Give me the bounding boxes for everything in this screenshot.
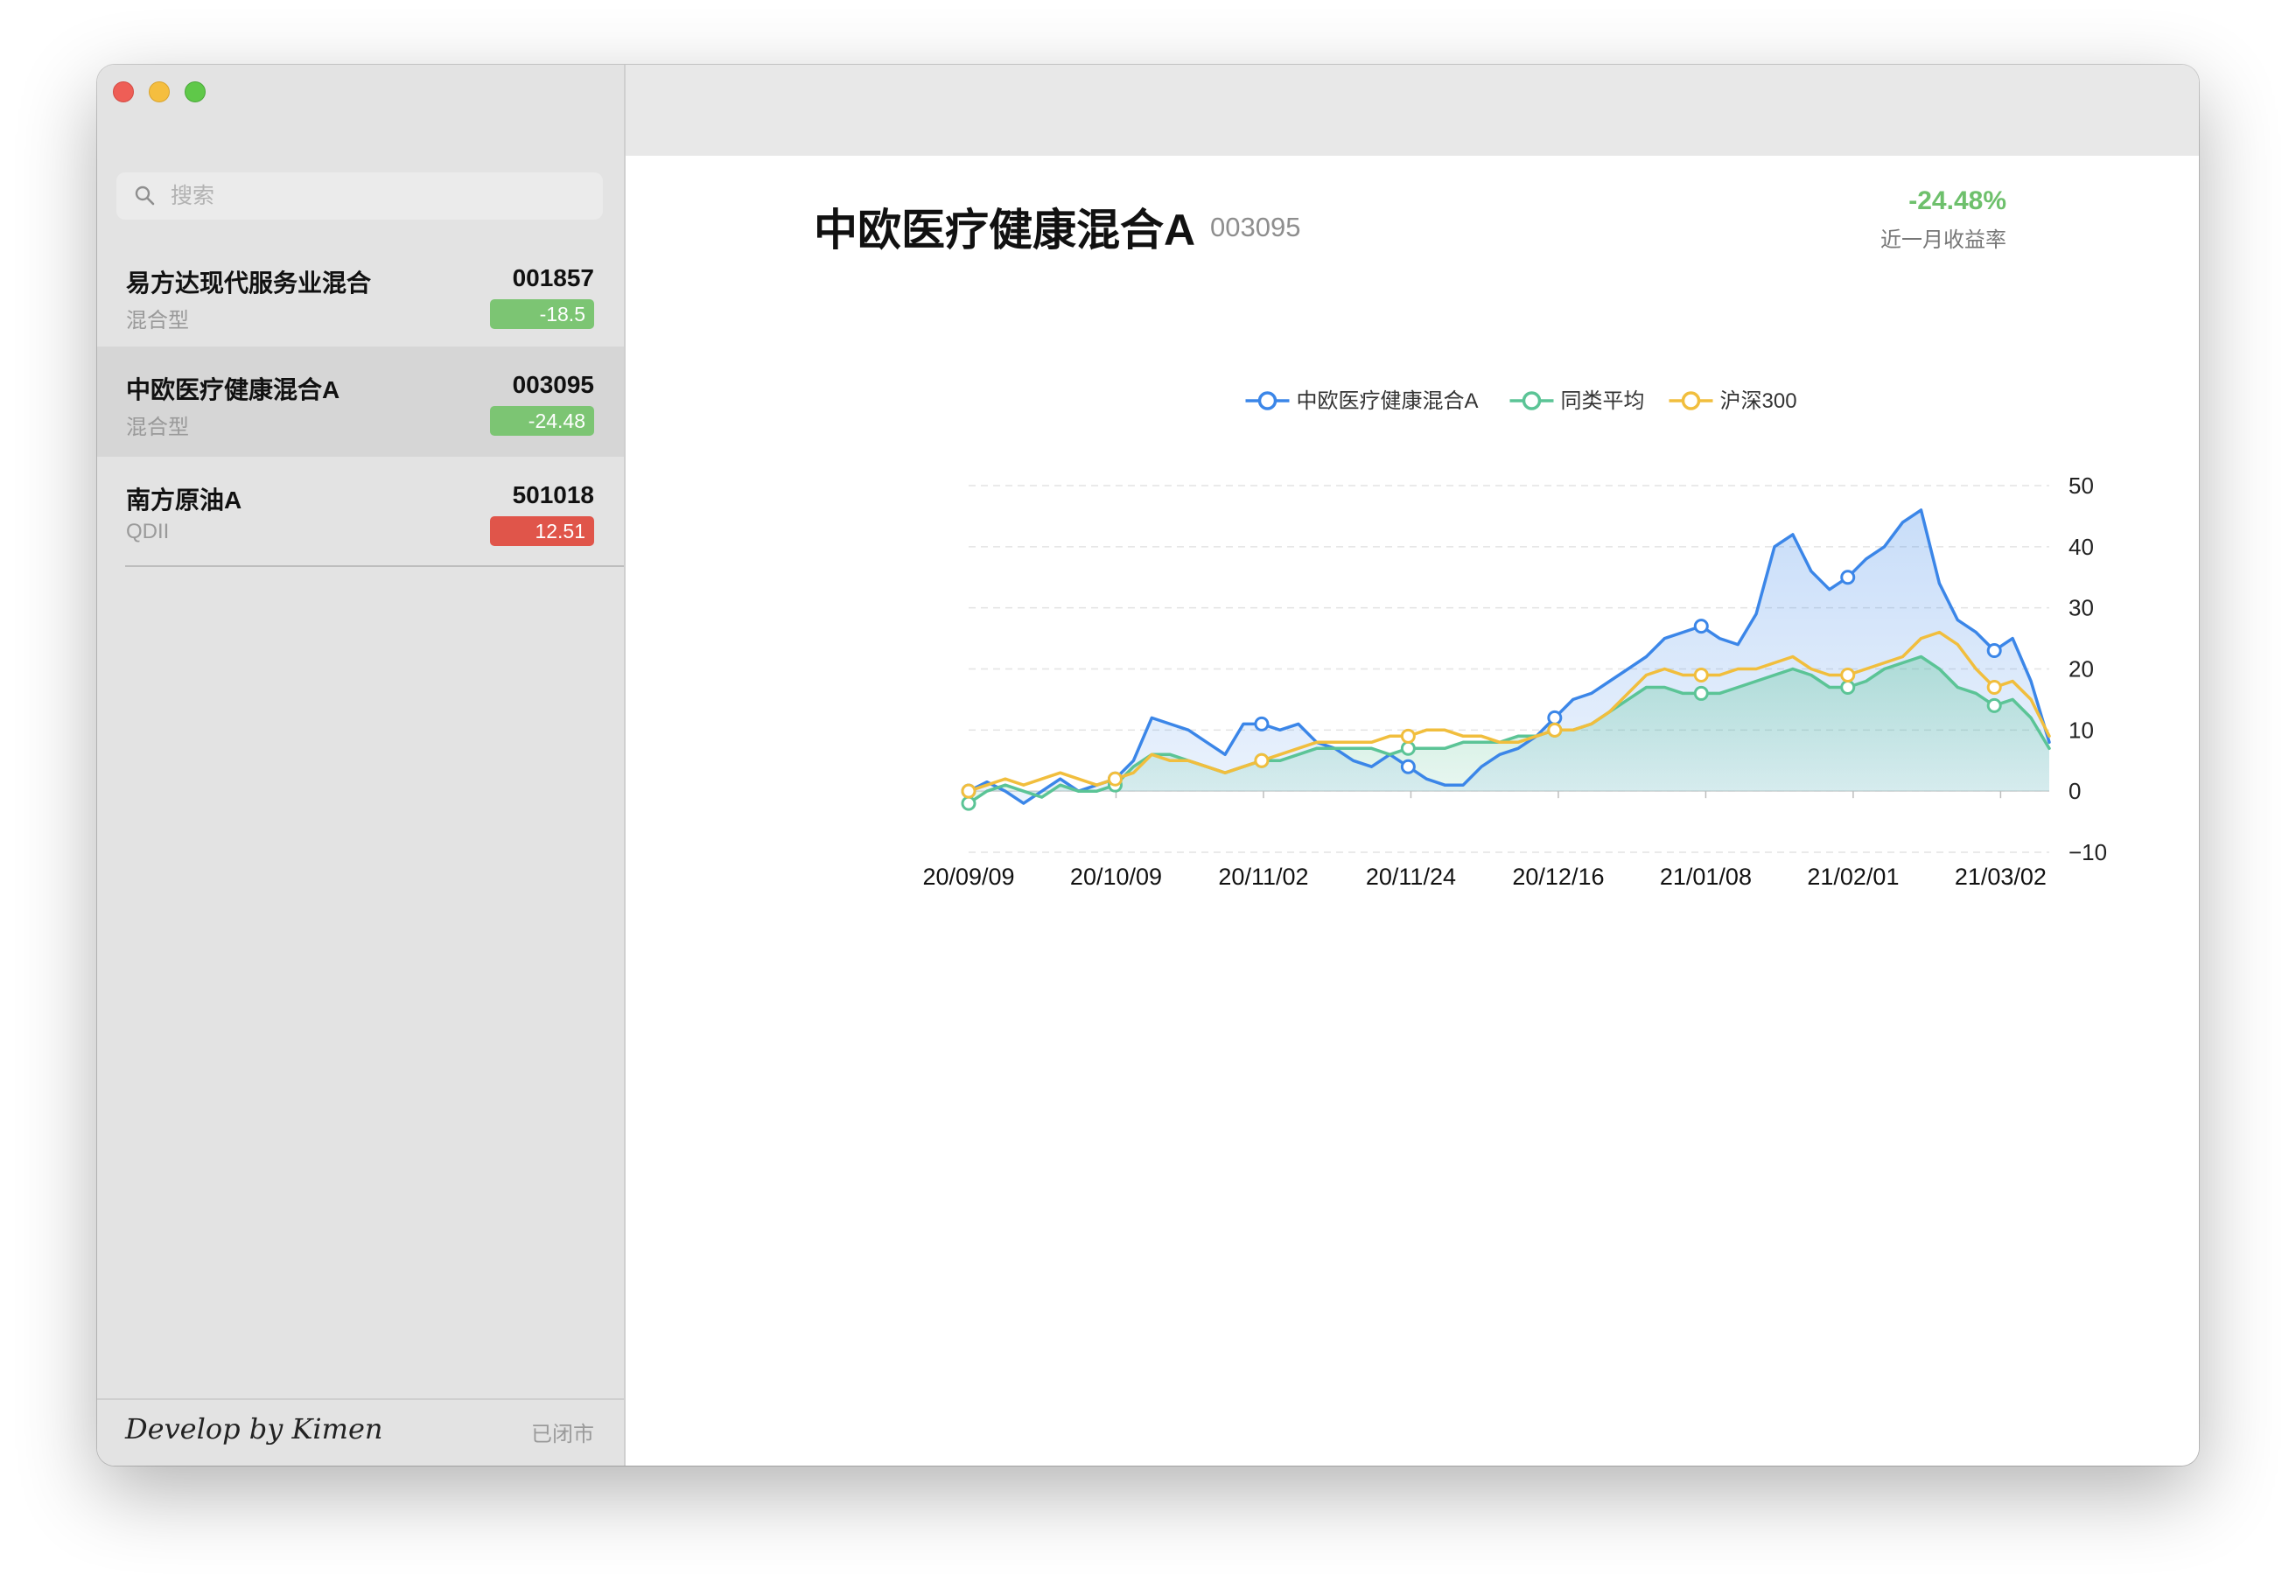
fund-list-item[interactable]: 易方达现代服务业混合 001857 混合型 -18.5	[97, 240, 624, 350]
fund-detail-panel: 中欧医疗健康混合A 003095 -24.48% 近一月收益率 50 40 30 20…	[626, 156, 2199, 1466]
fund-name: 易方达现代服务业混合	[126, 270, 372, 297]
window-controls	[113, 81, 206, 102]
y-tick-label: −10	[2068, 839, 2107, 865]
fund-code: 001857	[512, 264, 594, 291]
y-tick-label: 50	[2068, 472, 2094, 499]
legend-label: 沪深300	[1720, 389, 1797, 413]
fund-name: 中欧医疗健康混合A	[126, 376, 340, 403]
search-input[interactable]	[169, 182, 575, 210]
series-point	[1254, 716, 1270, 732]
x-tick-label: 21/01/08	[1660, 864, 1752, 890]
list-divider	[125, 565, 624, 567]
footer-divider	[97, 1398, 624, 1400]
change-badge: -18.5	[490, 299, 594, 329]
developer-credit: Develop by Kimen	[125, 1412, 383, 1446]
legend-item[interactable]: 中欧医疗健康混合A	[1245, 389, 1479, 413]
series-point	[1840, 667, 1856, 682]
fund-list-item[interactable]: 南方原油A 501018 QDII 12.51	[97, 457, 624, 567]
y-tick-label: 0	[2068, 778, 2081, 804]
series-point	[1693, 619, 1709, 634]
minimize-window-button[interactable]	[149, 81, 170, 102]
fund-list-item-selected[interactable]: 中欧医疗健康混合A 003095 混合型 -24.48	[97, 346, 624, 457]
series-point	[1840, 570, 1856, 585]
series-point	[1840, 679, 1856, 695]
legend-label: 同类平均	[1561, 389, 1645, 413]
legend-item[interactable]: 同类平均	[1509, 389, 1645, 413]
series-point	[1693, 685, 1709, 701]
search-icon	[134, 185, 157, 207]
series-point	[1693, 667, 1709, 682]
fund-name: 南方原油A	[126, 486, 242, 514]
search-field[interactable]	[116, 172, 603, 220]
zoom-window-button[interactable]	[185, 81, 206, 102]
x-tick-label: 20/11/24	[1366, 864, 1456, 890]
series-point	[1986, 643, 2002, 659]
change-badge: -24.48	[490, 406, 594, 436]
series-point	[1400, 740, 1416, 756]
fund-type: QDII	[126, 520, 170, 543]
fund-code: 501018	[512, 481, 594, 508]
performance-chart[interactable]: 50 40 30 20 10 0 −10 20/09/09 20/10/09 20/11/02 20…	[626, 156, 2199, 1466]
main-toolbar	[626, 65, 2199, 156]
y-tick-label: 40	[2068, 534, 2094, 560]
legend-label: 中欧医疗健康混合A	[1297, 389, 1479, 413]
legend-marker-icon	[1522, 391, 1542, 410]
legend-marker-icon	[1681, 391, 1701, 410]
x-tick-label: 21/02/01	[1807, 864, 1899, 890]
series-point	[1547, 710, 1563, 725]
change-badge: 12.51	[490, 516, 594, 546]
x-tick-label: 20/10/09	[1070, 864, 1162, 890]
sidebar: 易方达现代服务业混合 001857 混合型 -18.5 中欧医疗健康混合A 00…	[97, 65, 626, 1466]
legend-marker-icon	[1257, 391, 1278, 410]
series-point	[961, 783, 976, 799]
fund-type: 混合型	[126, 416, 189, 439]
series-point	[1986, 697, 2002, 713]
app-window: 易方达现代服务业混合 001857 混合型 -18.5 中欧医疗健康混合A 00…	[97, 65, 2199, 1466]
series-point	[1107, 771, 1123, 787]
series-point	[961, 795, 976, 811]
x-tick-label: 20/12/16	[1512, 864, 1604, 890]
x-tick-label: 20/09/09	[922, 864, 1014, 890]
fund-code: 003095	[512, 371, 594, 398]
series-point	[1400, 759, 1416, 774]
series-point	[1254, 752, 1270, 768]
x-tick-label: 20/11/02	[1218, 864, 1308, 890]
y-tick-label: 20	[2068, 656, 2094, 682]
legend-item[interactable]: 沪深300	[1669, 389, 1797, 413]
x-tick-label: 21/03/02	[1955, 864, 2047, 890]
market-status: 已闭市	[531, 1423, 594, 1446]
close-window-button[interactable]	[113, 81, 134, 102]
series-point	[1547, 722, 1563, 738]
y-tick-label: 10	[2068, 717, 2094, 743]
y-tick-label: 30	[2068, 595, 2094, 621]
series-point	[1986, 679, 2002, 695]
fund-type: 混合型	[126, 309, 189, 332]
series-point	[1400, 728, 1416, 744]
